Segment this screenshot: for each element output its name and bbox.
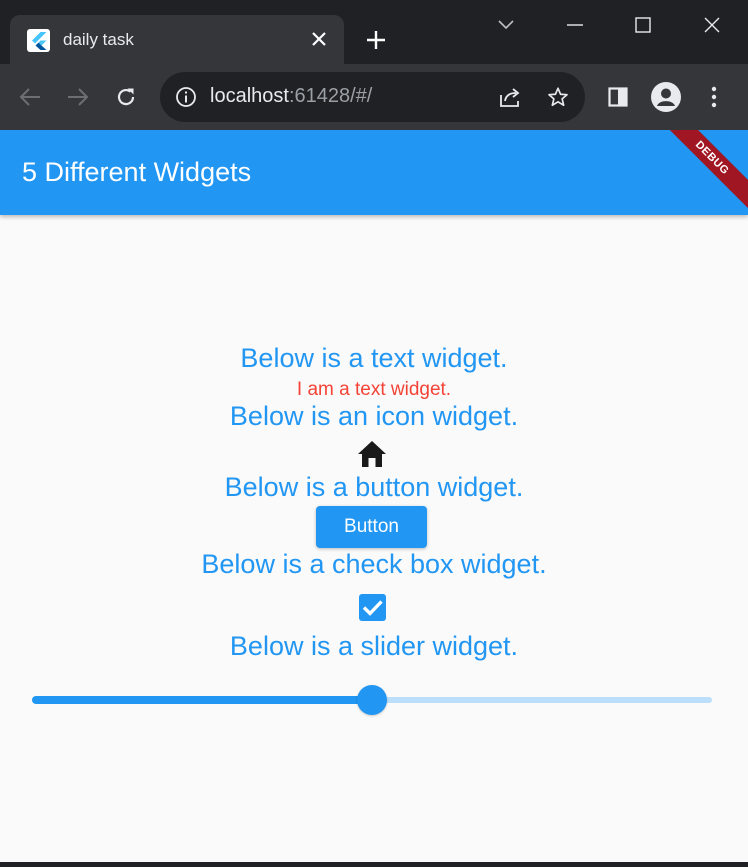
checkbox[interactable] xyxy=(359,594,386,621)
new-tab-icon[interactable] xyxy=(362,26,390,54)
side-panel-icon[interactable] xyxy=(602,81,634,113)
share-icon[interactable] xyxy=(498,85,522,109)
slider-widget-heading: Below is a slider widget. xyxy=(229,631,519,661)
flutter-favicon-icon xyxy=(27,29,50,52)
url-text[interactable]: localhost:61428/#/ xyxy=(210,85,372,108)
url-path: :61428/#/ xyxy=(288,85,373,107)
tab-close-icon[interactable] xyxy=(307,27,331,51)
tab-title: daily task xyxy=(63,30,134,49)
reload-icon[interactable] xyxy=(110,81,142,113)
maximize-icon[interactable] xyxy=(628,10,658,40)
slider-thumb[interactable] xyxy=(357,685,387,715)
browser-tab[interactable]: daily task xyxy=(10,15,344,64)
elevated-button[interactable]: Button xyxy=(316,506,427,548)
site-info-icon[interactable] xyxy=(175,86,197,108)
text-widget-heading: Below is a text widget. xyxy=(240,343,508,373)
forward-arrow-icon[interactable] xyxy=(62,81,94,113)
slider-active-track xyxy=(32,696,372,704)
profile-avatar-icon[interactable] xyxy=(650,81,682,113)
button-widget-heading: Below is a button widget. xyxy=(224,472,524,502)
checkbox-widget-heading: Below is a check box widget. xyxy=(201,549,547,579)
checkmark-icon xyxy=(362,600,383,616)
tab-search-chevron-icon[interactable] xyxy=(491,10,521,40)
tab-strip: daily task xyxy=(0,0,748,64)
back-arrow-icon[interactable] xyxy=(14,81,46,113)
browser-window: daily task localhost:61428/#/ 5 Differen… xyxy=(0,0,748,867)
web-page: 5 Different Widgets DEBUG Below is a tex… xyxy=(0,130,748,862)
app-bar: 5 Different Widgets xyxy=(0,130,748,215)
button-label: Button xyxy=(344,516,399,537)
minimize-icon[interactable] xyxy=(560,10,590,40)
icon-widget-heading: Below is an icon widget. xyxy=(229,401,519,431)
url-host: localhost xyxy=(210,85,289,107)
window-close-icon[interactable] xyxy=(697,10,727,40)
app-bar-title: 5 Different Widgets xyxy=(22,157,252,187)
browser-toolbar: localhost:61428/#/ xyxy=(0,64,748,130)
home-icon xyxy=(357,440,387,468)
text-widget: I am a text widget. xyxy=(296,379,452,400)
slider[interactable] xyxy=(32,685,712,715)
bookmark-star-icon[interactable] xyxy=(546,85,570,109)
address-bar[interactable]: localhost:61428/#/ xyxy=(160,72,585,122)
menu-kebab-icon[interactable] xyxy=(698,81,730,113)
